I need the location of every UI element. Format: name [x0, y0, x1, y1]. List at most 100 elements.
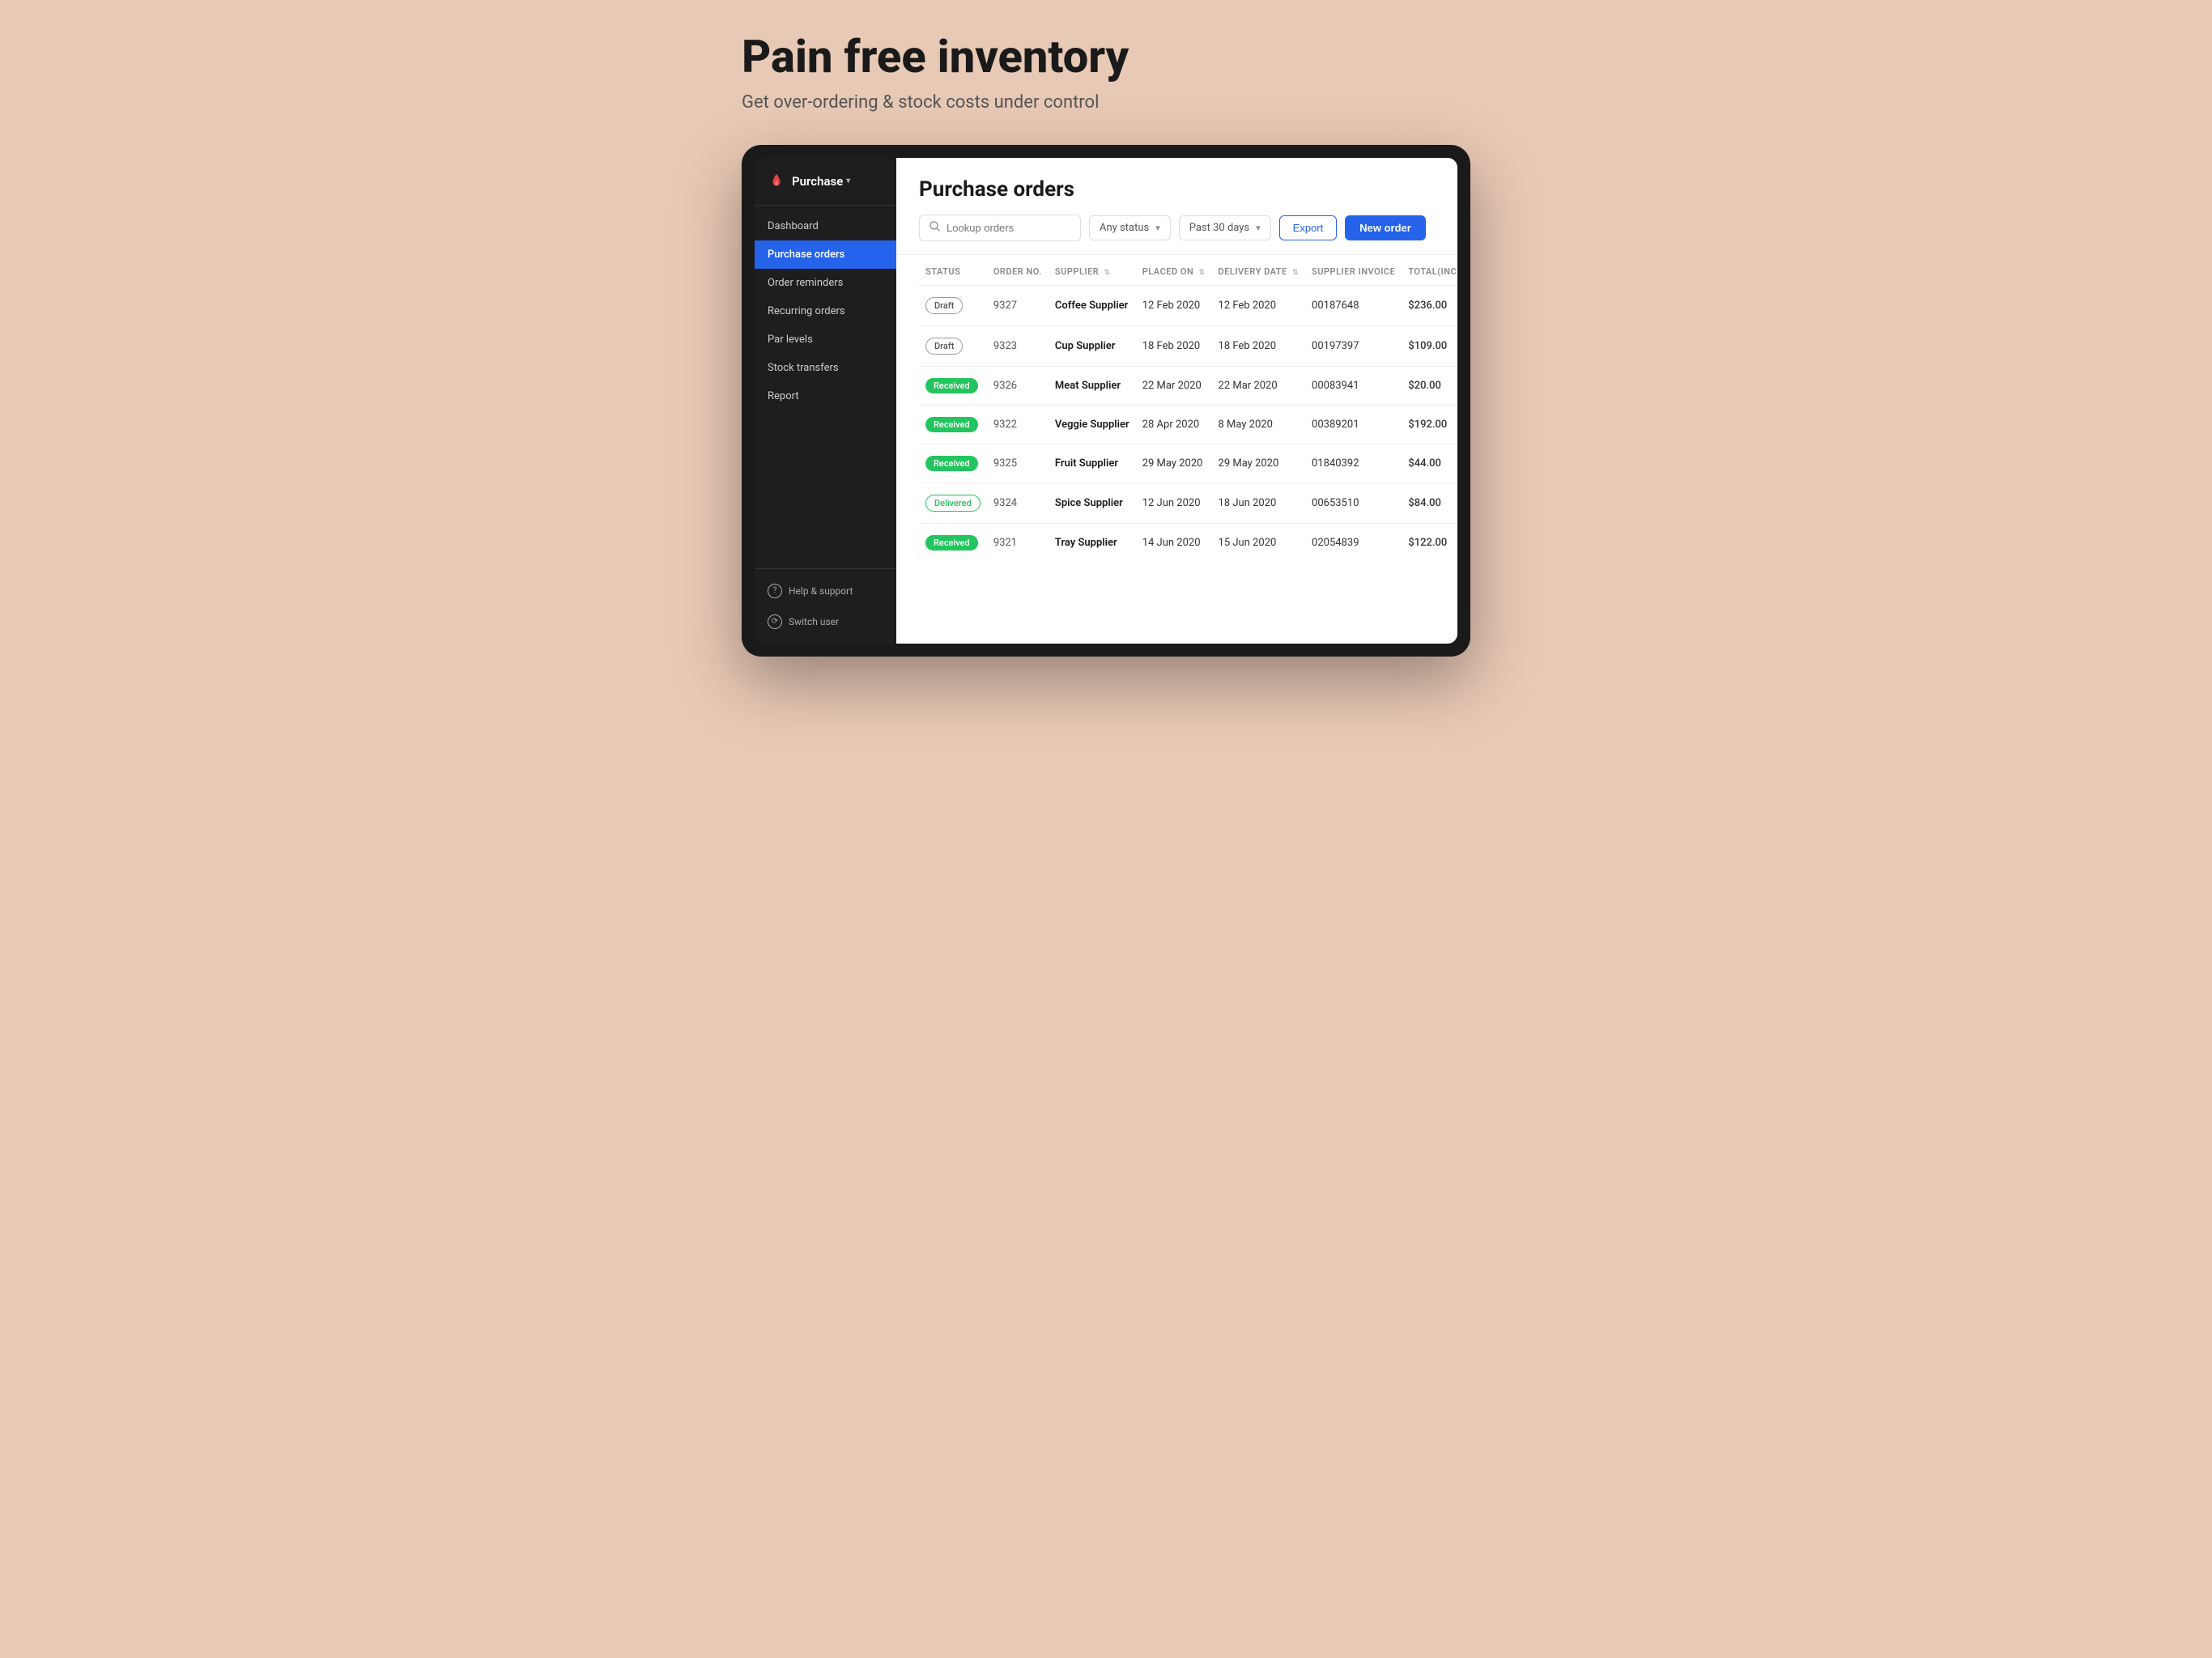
- orders-table-wrapper: STATUS ORDER NO. SUPPLIER ⇅ PLACED ON ⇅: [896, 255, 1457, 644]
- col-order-no: ORDER NO.: [987, 255, 1049, 286]
- cell-placed-on-1: 18 Feb 2020: [1136, 325, 1212, 366]
- search-input[interactable]: [946, 222, 1070, 234]
- status-badge: Received: [925, 417, 978, 432]
- cell-invoice-6: 02054839: [1305, 523, 1402, 562]
- hero-title: Pain free inventory: [742, 32, 1470, 83]
- cell-total-6: $122.00: [1402, 523, 1457, 562]
- sidebar-item-dashboard[interactable]: Dashboard: [755, 212, 896, 240]
- device-frame: Purchase ▾ Dashboard Purchase orders Ord…: [742, 145, 1470, 657]
- cell-invoice-5: 00653510: [1305, 483, 1402, 523]
- main-content: Purchase orders Any: [896, 158, 1457, 644]
- brand-chevron-icon: ▾: [846, 176, 850, 185]
- sidebar-item-order-reminders[interactable]: Order reminders: [755, 269, 896, 297]
- table-row[interactable]: Draft 9323 Cup Supplier 18 Feb 2020 18 F…: [919, 325, 1457, 366]
- flame-icon: [768, 172, 785, 190]
- device-screen: Purchase ▾ Dashboard Purchase orders Ord…: [755, 158, 1457, 644]
- search-box[interactable]: [919, 215, 1081, 241]
- help-support-item[interactable]: ? Help & support: [755, 576, 896, 606]
- date-filter[interactable]: Past 30 days ▾: [1179, 215, 1271, 240]
- main-header: Purchase orders Any: [896, 158, 1457, 255]
- table-body: Draft 9327 Coffee Supplier 12 Feb 2020 1…: [919, 285, 1457, 562]
- cell-supplier-0: Coffee Supplier: [1049, 285, 1136, 325]
- table-row[interactable]: Draft 9327 Coffee Supplier 12 Feb 2020 1…: [919, 285, 1457, 325]
- supplier-sort-icon: ⇅: [1104, 269, 1111, 277]
- status-filter-label: Any status: [1100, 222, 1149, 234]
- switch-user-item[interactable]: ⟳ Switch user: [755, 606, 896, 637]
- status-badge: Draft: [925, 297, 963, 314]
- cell-total-2: $20.00: [1402, 366, 1457, 405]
- switch-user-icon: ⟳: [768, 614, 782, 629]
- cell-status-5: Delivered: [919, 483, 987, 523]
- cell-total-4: $44.00: [1402, 444, 1457, 483]
- sidebar-item-report[interactable]: Report: [755, 382, 896, 410]
- cell-placed-on-6: 14 Jun 2020: [1136, 523, 1212, 562]
- status-badge: Received: [925, 378, 978, 393]
- sidebar-brand[interactable]: Purchase ▾: [792, 174, 850, 189]
- cell-invoice-0: 00187648: [1305, 285, 1402, 325]
- table-header-row: STATUS ORDER NO. SUPPLIER ⇅ PLACED ON ⇅: [919, 255, 1457, 286]
- col-supplier-invoice: SUPPLIER INVOICE: [1305, 255, 1402, 286]
- cell-order-no-2: 9326: [987, 366, 1049, 405]
- cell-delivery-date-1: 18 Feb 2020: [1212, 325, 1306, 366]
- cell-delivery-date-5: 18 Jun 2020: [1212, 483, 1306, 523]
- cell-order-no-1: 9323: [987, 325, 1049, 366]
- col-placed-on: PLACED ON ⇅: [1136, 255, 1212, 286]
- delivery-date-sort-icon: ⇅: [1292, 269, 1299, 277]
- export-button[interactable]: Export: [1279, 215, 1338, 240]
- status-filter[interactable]: Any status ▾: [1089, 215, 1171, 240]
- date-filter-label: Past 30 days: [1189, 222, 1249, 234]
- col-delivery-date: DELIVERY DATE ⇅: [1212, 255, 1306, 286]
- table-row[interactable]: Delivered 9324 Spice Supplier 12 Jun 202…: [919, 483, 1457, 523]
- table-row[interactable]: Received 9326 Meat Supplier 22 Mar 2020 …: [919, 366, 1457, 405]
- cell-order-no-0: 9327: [987, 285, 1049, 325]
- cell-order-no-5: 9324: [987, 483, 1049, 523]
- col-status: STATUS: [919, 255, 987, 286]
- table-row[interactable]: Received 9321 Tray Supplier 14 Jun 2020 …: [919, 523, 1457, 562]
- placed-on-sort-icon: ⇅: [1198, 269, 1205, 277]
- sidebar-item-stock-transfers[interactable]: Stock transfers: [755, 354, 896, 382]
- cell-placed-on-5: 12 Jun 2020: [1136, 483, 1212, 523]
- cell-status-2: Received: [919, 366, 987, 405]
- help-icon: ?: [768, 584, 782, 598]
- cell-delivery-date-3: 8 May 2020: [1212, 405, 1306, 444]
- cell-supplier-1: Cup Supplier: [1049, 325, 1136, 366]
- new-order-button[interactable]: New order: [1345, 215, 1426, 240]
- cell-placed-on-4: 29 May 2020: [1136, 444, 1212, 483]
- sidebar-item-purchase-orders[interactable]: Purchase orders: [755, 240, 896, 269]
- cell-supplier-6: Tray Supplier: [1049, 523, 1136, 562]
- page-title: Purchase orders: [919, 177, 1435, 202]
- status-badge: Received: [925, 535, 978, 551]
- cell-invoice-1: 00197397: [1305, 325, 1402, 366]
- cell-invoice-2: 00083941: [1305, 366, 1402, 405]
- status-filter-chevron-icon: ▾: [1155, 223, 1160, 233]
- cell-total-0: $236.00: [1402, 285, 1457, 325]
- col-supplier: SUPPLIER ⇅: [1049, 255, 1136, 286]
- cell-placed-on-0: 12 Feb 2020: [1136, 285, 1212, 325]
- sidebar: Purchase ▾ Dashboard Purchase orders Ord…: [755, 158, 896, 644]
- sidebar-item-recurring-orders[interactable]: Recurring orders: [755, 297, 896, 325]
- orders-table: STATUS ORDER NO. SUPPLIER ⇅ PLACED ON ⇅: [919, 255, 1457, 562]
- cell-order-no-3: 9322: [987, 405, 1049, 444]
- status-badge: Delivered: [925, 495, 981, 512]
- cell-delivery-date-0: 12 Feb 2020: [1212, 285, 1306, 325]
- toolbar: Any status ▾ Past 30 days ▾ Export New o…: [919, 215, 1435, 241]
- cell-status-1: Draft: [919, 325, 987, 366]
- sidebar-nav: Dashboard Purchase orders Order reminder…: [755, 206, 896, 568]
- search-icon: [929, 221, 940, 235]
- cell-delivery-date-4: 29 May 2020: [1212, 444, 1306, 483]
- sidebar-item-par-levels[interactable]: Par levels: [755, 325, 896, 354]
- cell-supplier-2: Meat Supplier: [1049, 366, 1136, 405]
- cell-order-no-6: 9321: [987, 523, 1049, 562]
- cell-invoice-4: 01840392: [1305, 444, 1402, 483]
- date-filter-chevron-icon: ▾: [1256, 223, 1261, 233]
- sidebar-footer: ? Help & support ⟳ Switch user: [755, 568, 896, 644]
- cell-supplier-3: Veggie Supplier: [1049, 405, 1136, 444]
- table-row[interactable]: Received 9325 Fruit Supplier 29 May 2020…: [919, 444, 1457, 483]
- cell-status-6: Received: [919, 523, 987, 562]
- hero-subtitle: Get over-ordering & stock costs under co…: [742, 92, 1470, 113]
- status-badge: Draft: [925, 338, 963, 355]
- table-row[interactable]: Received 9322 Veggie Supplier 28 Apr 202…: [919, 405, 1457, 444]
- cell-supplier-4: Fruit Supplier: [1049, 444, 1136, 483]
- help-support-label: Help & support: [789, 585, 853, 597]
- cell-total-5: $84.00: [1402, 483, 1457, 523]
